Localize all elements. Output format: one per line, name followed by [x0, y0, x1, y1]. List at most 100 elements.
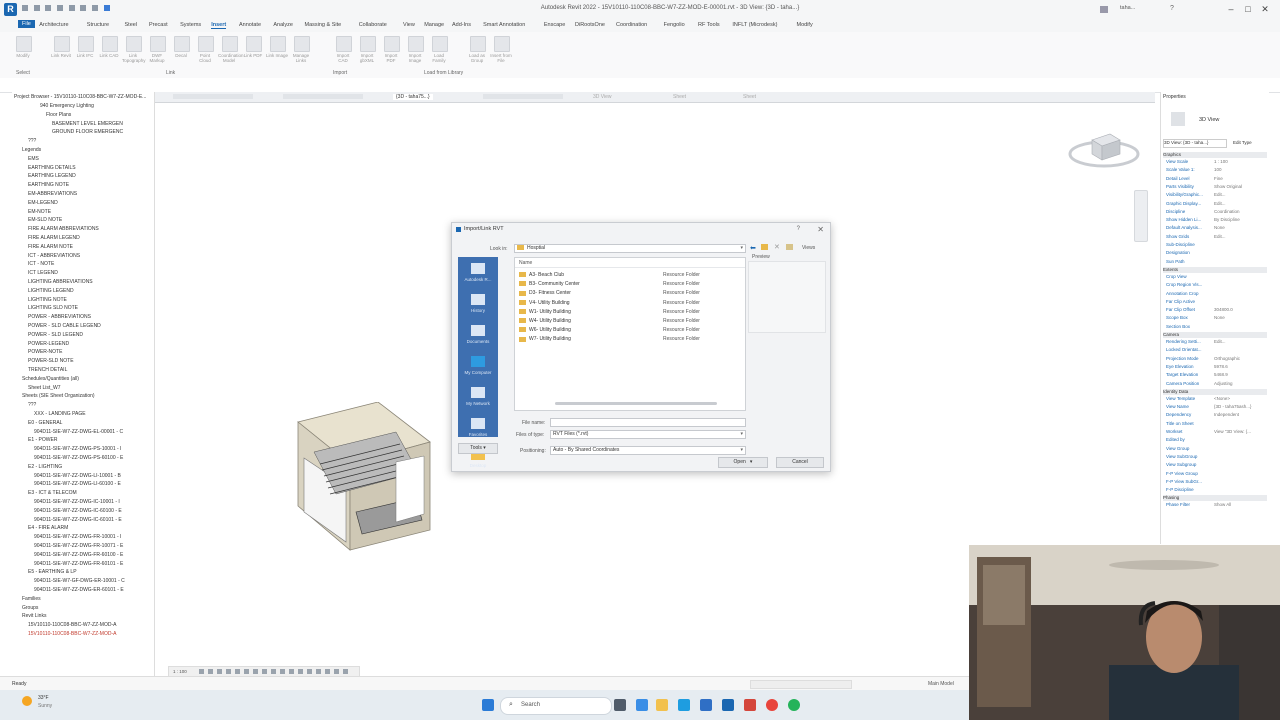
place-label[interactable]: My Computer — [458, 370, 498, 375]
browser-item[interactable]: 904D11-SIE-W7-ZZ-DWG-LI-60100 - E — [34, 481, 121, 487]
view-tab-active[interactable]: {3D - taha75...} — [393, 94, 433, 100]
ribbon-tab-rf-tools[interactable]: RF Tools — [698, 22, 720, 28]
browser-item[interactable]: E0 - GENERAL — [28, 420, 62, 426]
property-value[interactable]: Edit... — [1214, 201, 1226, 206]
horizontal-scrollbar[interactable] — [555, 402, 717, 405]
ribbon-tool-link-pdf-icon[interactable] — [246, 36, 262, 52]
browser-item[interactable]: EM-SLD NOTE — [28, 217, 62, 223]
dialog-help-icon[interactable]: ? — [797, 226, 800, 232]
minimize-icon[interactable]: – — [1224, 4, 1238, 14]
browser-item[interactable]: POWER-NOTE — [28, 349, 62, 355]
ribbon-tab-manage[interactable]: Manage — [424, 22, 444, 28]
browser-item[interactable]: BASEMENT LEVEL EMERGEN — [52, 121, 123, 127]
place-label[interactable]: History — [458, 308, 498, 313]
ribbon-tool-label[interactable]: Link IFC — [74, 53, 96, 58]
view-tab-7[interactable]: Sheet — [743, 94, 756, 100]
browser-item[interactable]: FIRE ALARM NOTE — [28, 244, 73, 250]
browser-item[interactable]: XXX - LANDING PAGE — [34, 411, 86, 417]
new-folder-icon[interactable] — [786, 244, 793, 250]
ribbon-tool-import-cad-icon[interactable] — [336, 36, 352, 52]
view-scale[interactable]: 1 : 100 — [173, 669, 187, 674]
browser-item[interactable]: POWER-SLD NOTE — [28, 358, 74, 364]
edge-icon[interactable] — [678, 699, 690, 711]
place-documents-icon[interactable] — [471, 325, 485, 336]
browser-item[interactable]: 940 Emergency Lighting — [40, 103, 94, 109]
ribbon-tool-modify-icon[interactable] — [16, 36, 32, 52]
ribbon-tab-inflt-microdesk-[interactable]: INFLT (Microdesk) — [732, 22, 777, 28]
ribbon-tab-annotate[interactable]: Annotate — [239, 22, 261, 28]
browser-item[interactable]: EM-ABBREVIATIONS — [28, 191, 77, 197]
ribbon-tool-label[interactable]: Import PDF — [380, 53, 402, 63]
place-label[interactable]: Documents — [458, 339, 498, 344]
weather-icon[interactable] — [22, 696, 32, 706]
browser-item[interactable]: LIGHTING NOTE — [28, 297, 67, 303]
whatsapp-icon[interactable] — [788, 699, 800, 711]
property-value[interactable]: By Discipline — [1214, 217, 1240, 222]
save-icon[interactable] — [33, 5, 40, 11]
file-row[interactable]: W6- Utility Building Resource Folder — [519, 327, 739, 335]
browser-item[interactable]: EARTHING LEGEND — [28, 173, 76, 179]
browser-item[interactable]: E4 - FIRE ALARM — [28, 525, 68, 531]
property-value[interactable]: 100 — [1214, 167, 1222, 172]
ribbon-tab-enscape[interactable]: Enscape — [544, 22, 565, 28]
ribbon-tool-import-pdf-icon[interactable] — [384, 36, 400, 52]
taskbar-search[interactable]: ⌕ Search — [500, 697, 612, 715]
view-tab-6[interactable]: Sheet — [673, 94, 686, 100]
ribbon-tool-link-image-icon[interactable] — [270, 36, 286, 52]
positioning-dropdown[interactable]: Auto - By Shared Coordinates ▾ — [550, 446, 746, 455]
browser-item[interactable]: 904D11-SIE-W7-ZZ-DWG-PS-10001 - I — [34, 446, 121, 452]
browser-item[interactable]: POWER - SLD CABLE LEGEND — [28, 323, 101, 329]
ribbon-tool-label[interactable]: Link Topography — [122, 53, 146, 63]
ribbon-tab-insert[interactable]: Insert — [211, 22, 227, 29]
ribbon-tab-view[interactable]: View — [403, 22, 415, 28]
ribbon-tool-point-cloud-icon[interactable] — [198, 36, 214, 52]
browser-item[interactable]: POWER - SLD LEGEND — [28, 332, 83, 338]
ribbon-tool-coordination-model-icon[interactable] — [222, 36, 238, 52]
property-value[interactable]: Edit... — [1214, 192, 1226, 197]
up-folder-icon[interactable] — [761, 244, 768, 250]
property-value[interactable]: Orthographic — [1214, 356, 1240, 361]
property-value[interactable]: Coordination — [1214, 209, 1240, 214]
browser-item[interactable]: 904D11-SIE-W7-ZZ-DWG-FR-60101 - E — [34, 561, 123, 567]
weather-temp[interactable]: 33°F — [38, 695, 49, 701]
ribbon-tool-label[interactable]: Link CAD — [98, 53, 120, 58]
cancel-button[interactable]: Cancel — [776, 457, 824, 468]
browser-item[interactable]: 904D11-SIE-W7-ZZ-DWG-LI-10001 - B — [34, 473, 121, 479]
view-cube[interactable] — [1068, 128, 1140, 173]
browser-item[interactable]: 904D11-SIE-W7-ZZ-DWG-IC-60100 - E — [34, 508, 122, 514]
file-row[interactable]: B3- Community Center Resource Folder — [519, 281, 739, 289]
view-tab-1[interactable] — [173, 94, 253, 99]
back-arrow-icon[interactable]: ⬅ — [750, 244, 756, 252]
property-value[interactable]: Show All — [1214, 502, 1231, 507]
browser-item[interactable]: GROUND FLOOR EMERGENC — [52, 129, 123, 135]
place-history-icon[interactable] — [471, 294, 485, 305]
ribbon-tool-label[interactable]: Decal — [170, 53, 192, 58]
ribbon-tool-dwf-markup-icon[interactable] — [150, 36, 166, 52]
browser-item[interactable]: EM-LEGEND — [28, 200, 58, 206]
maximize-icon[interactable]: □ — [1241, 4, 1255, 14]
browser-item[interactable]: 904D11-SIE-W7-ZZ-DWG-EL-00001 - C — [34, 429, 123, 435]
look-in-dropdown[interactable]: Hosptial ▾ — [514, 244, 746, 253]
browser-item[interactable]: ICT LEGEND — [28, 270, 58, 276]
browser-item[interactable]: 904D11-SIE-W7-ZZ-DWG-IC-10001 - I — [34, 499, 120, 505]
view-control-icons[interactable] — [199, 669, 349, 674]
property-value[interactable]: Edit... — [1214, 234, 1226, 239]
ribbon-tab-architecture[interactable]: Architecture — [39, 22, 68, 28]
design-option-label[interactable]: Main Model — [928, 681, 954, 687]
browser-item[interactable]: ??? — [28, 402, 36, 408]
property-value[interactable]: Fine — [1214, 176, 1223, 181]
revit-taskbar-icon[interactable] — [722, 699, 734, 711]
redo-icon[interactable] — [68, 5, 75, 11]
file-row[interactable]: A3- Beach Club Resource Folder — [519, 272, 739, 280]
property-value[interactable]: <None> — [1214, 396, 1230, 401]
properties-section-header[interactable]: Extents — [1163, 266, 1267, 273]
3d-model-view[interactable] — [296, 402, 432, 552]
browser-item[interactable]: ??? — [28, 138, 36, 144]
3d-view-icon[interactable] — [103, 5, 110, 11]
property-value[interactable]: None — [1214, 225, 1225, 230]
edit-type-button[interactable]: Edit Type — [1233, 140, 1252, 145]
ribbon-tool-label[interactable]: Link Revit — [50, 53, 72, 58]
browser-item[interactable]: 904D11-SIE-W7-ZZ-DWG-IC-60101 - E — [34, 517, 122, 523]
windows-start-icon[interactable] — [482, 699, 494, 711]
ribbon-tool-import-gbxml-icon[interactable] — [360, 36, 376, 52]
